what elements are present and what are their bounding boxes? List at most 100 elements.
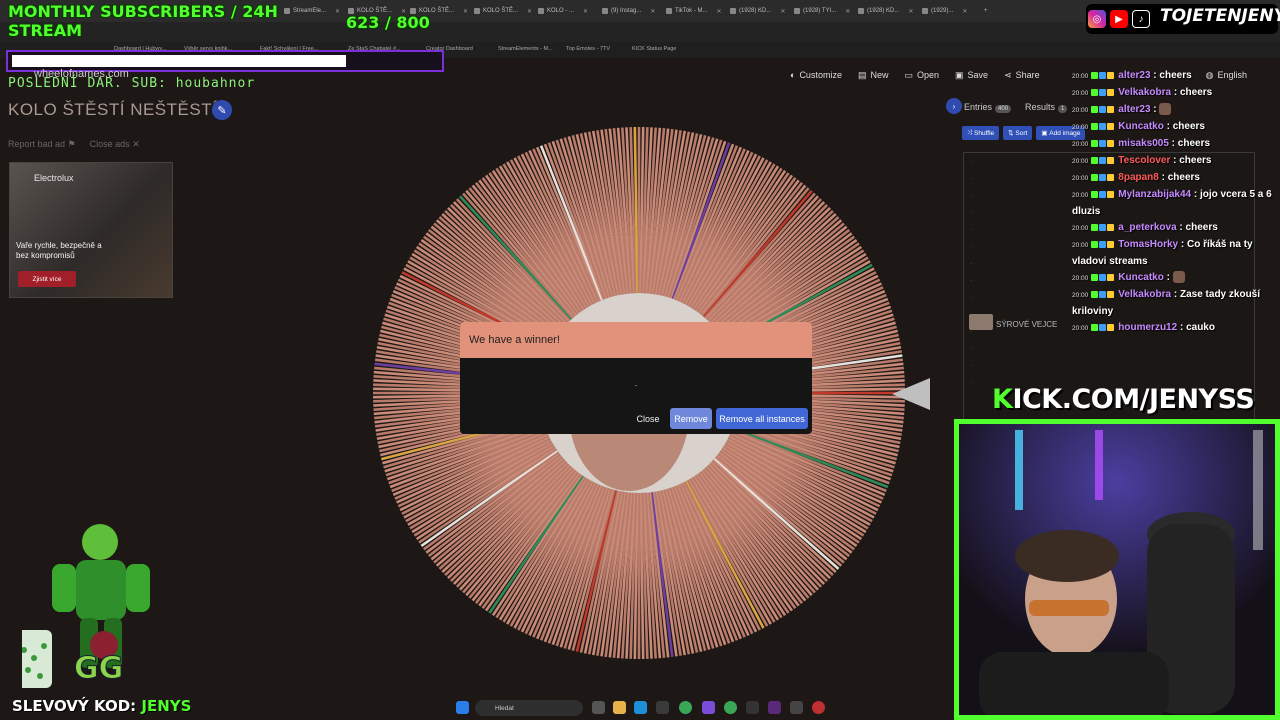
browser-tab[interactable]: (1929)... ✕ bbox=[918, 3, 971, 19]
browser-tab[interactable]: (1928) KD... ✕ bbox=[854, 3, 917, 19]
report-ad-link[interactable]: Report bad ad ⚑ bbox=[8, 139, 76, 150]
chat-time: 20:00 bbox=[1072, 107, 1089, 114]
bookmark-item[interactable]: Top Emotes - 7TV bbox=[566, 46, 610, 52]
close-tab-icon[interactable]: ✕ bbox=[583, 8, 588, 15]
chrome-icon[interactable] bbox=[679, 701, 692, 714]
winner-dialog: We have a winner! . Close Remove Remove … bbox=[460, 322, 812, 434]
toolbar-save-button[interactable]: ▣ Save bbox=[955, 70, 988, 81]
svg-text:GG: GG bbox=[74, 651, 123, 686]
chat-badges bbox=[1091, 153, 1115, 169]
webcam-image bbox=[959, 424, 1275, 715]
share-icon: ⋖ bbox=[1004, 69, 1012, 80]
chat-separator: : bbox=[1158, 172, 1168, 183]
toolbar-share-button[interactable]: ⋖ Share bbox=[1004, 70, 1040, 81]
chat-time: 20:00 bbox=[1072, 225, 1089, 232]
emote-icon bbox=[1172, 271, 1185, 284]
app-icon[interactable] bbox=[768, 701, 781, 714]
entry-line: · bbox=[970, 261, 972, 267]
close-tab-icon[interactable]: ✕ bbox=[845, 8, 850, 15]
entry-line: · bbox=[970, 295, 972, 301]
close-ads-link[interactable]: Close ads ✕ bbox=[90, 139, 140, 150]
chat-badges bbox=[1091, 220, 1115, 236]
close-tab-icon[interactable]: ✕ bbox=[716, 8, 721, 15]
entry-line: · bbox=[970, 210, 972, 216]
bookmark-item[interactable]: StreamElements - M... bbox=[498, 46, 553, 52]
browser-tab[interactable]: (9) Instag... ✕ bbox=[598, 3, 659, 19]
close-tab-icon[interactable]: ✕ bbox=[908, 8, 913, 15]
twitch-icon[interactable] bbox=[702, 701, 715, 714]
app-icon[interactable] bbox=[656, 701, 669, 714]
task-view-icon[interactable] bbox=[592, 701, 605, 714]
toolbar-open-button[interactable]: ▭ Open bbox=[904, 70, 939, 81]
ad-cta-button[interactable]: Zjistit více bbox=[18, 271, 76, 287]
entry-line: · bbox=[970, 380, 972, 386]
chat-badges bbox=[1091, 320, 1115, 336]
collapse-panel-button[interactable]: › bbox=[946, 98, 962, 114]
chat-message: 20:00 Kuncatko : cheers bbox=[1072, 119, 1272, 136]
browser-tab[interactable]: (1928) KD... ✕ bbox=[726, 3, 789, 19]
toolbar-new-button[interactable]: ▤ New bbox=[858, 70, 889, 81]
chat-time: 20:00 bbox=[1072, 90, 1089, 97]
entry-line: · bbox=[970, 278, 972, 284]
chat-badges bbox=[1091, 270, 1115, 286]
tab-entries[interactable]: Entries 400 bbox=[964, 102, 1012, 113]
chat-username: alter23 bbox=[1118, 104, 1151, 115]
close-tab-icon[interactable]: ✕ bbox=[463, 8, 468, 15]
browser-tab[interactable]: KOLO ŠTĚ... ✕ bbox=[470, 3, 536, 19]
youtube-icon bbox=[858, 8, 864, 14]
wheel-icon bbox=[538, 8, 544, 14]
edit-title-button[interactable]: ✎ bbox=[212, 100, 232, 120]
taskbar-search[interactable]: Hledat bbox=[475, 700, 583, 716]
chat-separator: : bbox=[1191, 189, 1200, 200]
entries-tabs: Entries 400 Results 1 bbox=[964, 98, 1068, 116]
chat-time: 20:00 bbox=[1072, 192, 1089, 199]
browser-tab[interactable]: TikTok - M... ✕ bbox=[662, 3, 725, 19]
chat-username: TomasHorky bbox=[1118, 239, 1179, 250]
save-icon: ▣ bbox=[955, 69, 964, 80]
sort-icon: ⇅ bbox=[1008, 130, 1016, 137]
chat-time: 20:00 bbox=[1072, 325, 1089, 332]
chat-message: 20:00 Kuncatko : bbox=[1072, 270, 1272, 287]
tab-results[interactable]: Results 1 bbox=[1025, 102, 1068, 113]
chat-text: cheers bbox=[1172, 121, 1205, 132]
palette-icon: ◐ bbox=[790, 70, 796, 80]
remove-all-button[interactable]: Remove all instances bbox=[716, 408, 808, 429]
terminal-icon[interactable] bbox=[746, 701, 759, 714]
chat-overlay: 20:00 alter23 : cheers 20:00 Velkakobra : c… bbox=[1072, 68, 1272, 337]
new-tab-button[interactable]: + bbox=[980, 3, 992, 19]
chat-text: cauko bbox=[1186, 322, 1215, 333]
notes-icon[interactable] bbox=[790, 701, 803, 714]
tiktok-icon bbox=[666, 8, 672, 14]
edge-icon[interactable] bbox=[634, 701, 647, 714]
toolbar-customize-button[interactable]: ◐ Customize bbox=[790, 70, 842, 80]
chat-message: 20:00 a_peterkova : cheers bbox=[1072, 220, 1272, 237]
windows-start-icon[interactable] bbox=[456, 701, 469, 714]
obs-icon[interactable] bbox=[812, 701, 825, 714]
close-tab-icon[interactable]: ✕ bbox=[335, 8, 340, 15]
winner-name: . bbox=[634, 378, 638, 388]
sort-button[interactable]: ⇅ Sort bbox=[1003, 126, 1033, 140]
bookmark-item[interactable]: KICK Status Page bbox=[632, 46, 676, 52]
close-tab-icon[interactable]: ✕ bbox=[527, 8, 532, 15]
shuffle-button[interactable]: ⤨ Shuffle bbox=[962, 126, 1000, 140]
chat-message: 20:00 Mylanzabijak44 : jojo vcera 5 a 6 d… bbox=[1072, 187, 1272, 220]
youtube-icon bbox=[922, 8, 928, 14]
file-icon: ▤ bbox=[857, 69, 867, 80]
remove-button[interactable]: Remove bbox=[670, 408, 712, 429]
chat-time: 20:00 bbox=[1072, 141, 1089, 148]
ad-banner[interactable]: Electrolux Vaře rychle, bezpečně a bez k… bbox=[9, 162, 173, 298]
chrome-icon[interactable] bbox=[724, 701, 737, 714]
chat-message: 20:00 houmerzu12 : cauko bbox=[1072, 320, 1272, 337]
browser-tab[interactable]: (1928) TYI... ✕ bbox=[790, 3, 854, 19]
close-tab-icon[interactable]: ✕ bbox=[780, 8, 785, 15]
chat-separator: : bbox=[1176, 222, 1186, 233]
youtube-icon bbox=[794, 8, 800, 14]
file-explorer-icon[interactable] bbox=[613, 701, 626, 714]
close-tab-icon[interactable]: ✕ bbox=[962, 8, 967, 15]
chat-message: 20:00 alter23 : cheers bbox=[1072, 68, 1272, 85]
entry-line: · bbox=[970, 346, 972, 352]
browser-tab[interactable]: KOLO - ... ✕ bbox=[534, 3, 592, 19]
chat-separator: : bbox=[1168, 138, 1178, 149]
close-tab-icon[interactable]: ✕ bbox=[650, 8, 655, 15]
close-button[interactable]: Close bbox=[632, 408, 664, 429]
